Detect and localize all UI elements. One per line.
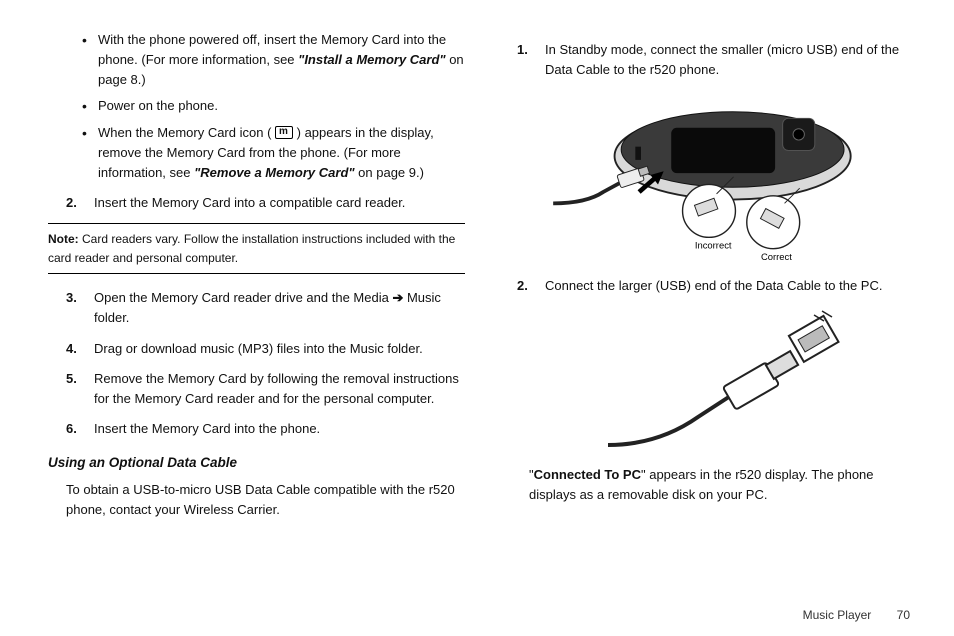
connected-paragraph: "Connected To PC" appears in the r520 di… [529, 465, 916, 505]
step-number: 2. [66, 193, 84, 213]
ref-remove-memory-card: "Remove a Memory Card" [194, 165, 354, 180]
step-text: In Standby mode, connect the smaller (mi… [545, 40, 916, 80]
bullet-item: When the Memory Card icon ( ) appears in… [86, 123, 465, 183]
step-number: 4. [66, 339, 84, 359]
bullet-text: When the Memory Card icon ( [98, 125, 275, 140]
figure-phone-connection: Incorrect Correct [539, 90, 916, 266]
step-number: 3. [66, 288, 84, 328]
step-6: 6. Insert the Memory Card into the phone… [66, 419, 465, 439]
page-footer: Music Player 70 [803, 608, 910, 622]
bullet-text: on page 9.) [355, 165, 424, 180]
figure-usb-to-pc [539, 307, 916, 457]
memory-card-icon [275, 126, 293, 139]
left-column: With the phone powered off, insert the M… [48, 30, 465, 618]
connected-to-pc-label: Connected To PC [534, 467, 641, 482]
note-box: Note: Card readers vary. Follow the inst… [48, 223, 465, 274]
step-text: Insert the Memory Card into the phone. [94, 419, 320, 439]
bullet-list: With the phone powered off, insert the M… [86, 30, 465, 183]
step-text: Drag or download music (MP3) files into … [94, 339, 423, 359]
footer-page-number: 70 [897, 608, 910, 622]
step-5: 5. Remove the Memory Card by following t… [66, 369, 465, 409]
step-text: Remove the Memory Card by following the … [94, 369, 465, 409]
step-number: 6. [66, 419, 84, 439]
right-column: 1. In Standby mode, connect the smaller … [499, 30, 916, 618]
bullet-item: With the phone powered off, insert the M… [86, 30, 465, 90]
arrow-icon: ➔ [392, 290, 403, 305]
step-2: 2. Insert the Memory Card into a compati… [66, 193, 465, 213]
ref-install-memory-card: "Install a Memory Card" [298, 52, 445, 67]
label-incorrect: Incorrect [695, 241, 732, 252]
footer-section: Music Player [803, 608, 872, 622]
bullet-text: Power on the phone. [98, 98, 218, 113]
subheading-data-cable: Using an Optional Data Cable [48, 453, 465, 474]
step-2b: 2. Connect the larger (USB) end of the D… [517, 276, 916, 296]
step-text: Open the Memory Card reader drive and th… [94, 288, 465, 328]
step-1: 1. In Standby mode, connect the smaller … [517, 40, 916, 80]
step-3: 3. Open the Memory Card reader drive and… [66, 288, 465, 328]
note-label: Note: [48, 232, 79, 246]
note-text: Card readers vary. Follow the installati… [48, 232, 455, 265]
step-text: Insert the Memory Card into a compatible… [94, 193, 405, 213]
step-number: 1. [517, 40, 535, 80]
step-number: 2. [517, 276, 535, 296]
paragraph: To obtain a USB-to-micro USB Data Cable … [66, 480, 465, 520]
step-number: 5. [66, 369, 84, 409]
bullet-item: Power on the phone. [86, 96, 465, 116]
label-correct: Correct [761, 252, 792, 260]
step-text: Connect the larger (USB) end of the Data… [545, 276, 882, 296]
step-4: 4. Drag or download music (MP3) files in… [66, 339, 465, 359]
